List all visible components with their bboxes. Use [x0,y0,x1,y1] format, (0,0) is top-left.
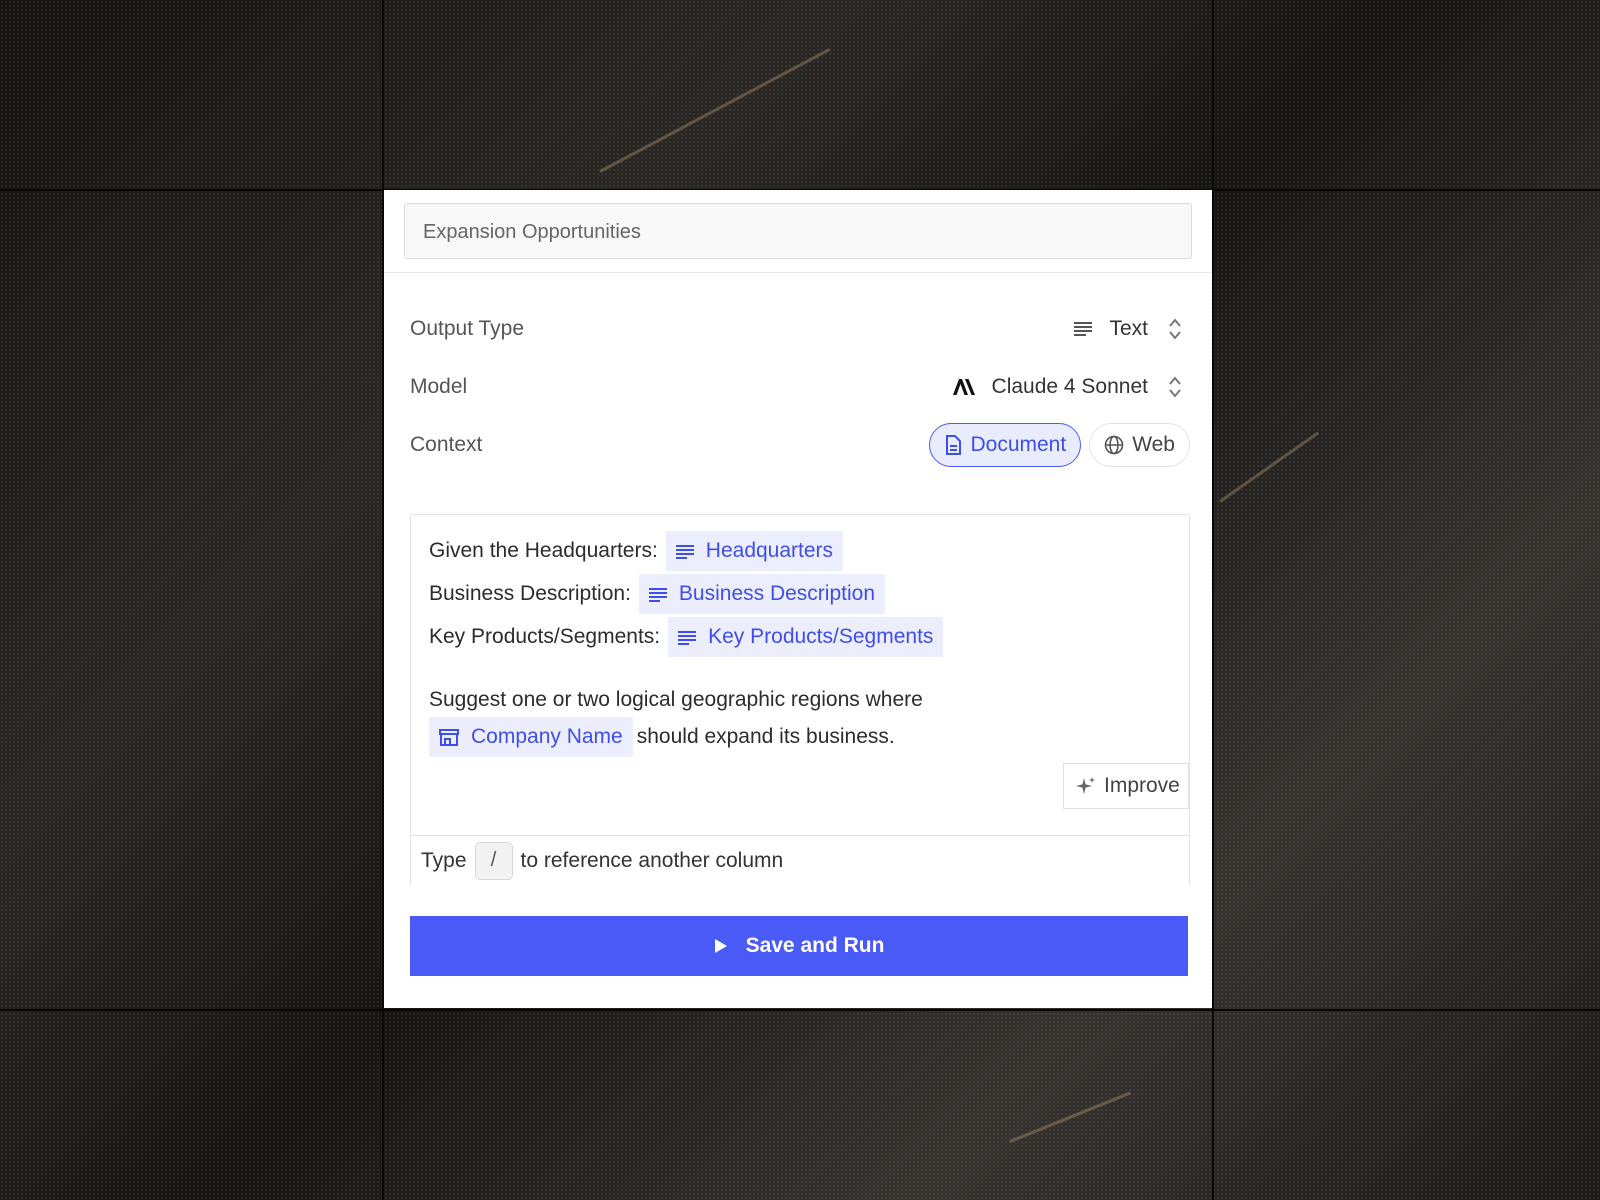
save-and-run-button[interactable]: Save and Run [410,916,1188,976]
column-reference-chip[interactable]: Business Description [638,574,886,614]
model-row: Model Claude 4 Sonnet [410,363,1190,411]
prompt-text: Suggest one or two logical geographic re… [429,688,923,711]
slash-key: / [474,841,513,880]
store-icon [439,728,459,746]
sparkle-icon [1076,776,1096,796]
output-type-row: Output Type Text [410,305,1190,353]
save-and-run-label: Save and Run [745,934,885,957]
context-label: Context [410,433,483,456]
lines-icon [678,630,697,645]
prompt-text: Given the Headquarters: [429,539,658,562]
prompt-line: Key Products/Segments: Key Products/Segm… [429,617,944,657]
context-web-toggle[interactable]: Web [1089,423,1190,467]
background-streak [599,48,831,173]
output-type-label: Output Type [410,317,525,340]
lines-icon [1073,321,1093,337]
document-icon [944,435,962,455]
prompt-text: Key Products/Segments: [429,625,661,648]
chip-label: Headquarters [705,539,834,562]
prompt-line: Company Name should expand its business. [429,717,895,757]
context-options: Document Web [921,421,1190,469]
background-grid-line [0,1009,1600,1011]
prompt-line: Business Description: Business Descripti… [429,574,886,614]
reference-hint: Type / to reference another column [411,835,1189,885]
column-reference-chip[interactable]: Headquarters [665,531,844,571]
lines-icon [675,544,694,559]
prompt-text: Business Description: [429,582,631,605]
prompt-text: should expand its business. [636,725,895,748]
context-row: Context Document Web [410,421,1190,469]
chevron-updown-icon [1168,317,1182,341]
background-streak [1009,1091,1132,1143]
title-section: Expansion Opportunities [384,190,1212,273]
chevron-updown-icon [1168,375,1182,399]
play-icon [714,938,728,954]
model-select[interactable]: Claude 4 Sonnet [952,363,1190,411]
chip-label: Company Name [471,725,623,748]
anthropic-logo-icon [952,378,976,396]
context-document-toggle[interactable]: Document [929,423,1082,467]
prompt-line: Given the Headquarters: Headquarters [429,531,844,571]
globe-icon [1104,435,1124,455]
chip-label: Business Description [678,582,876,605]
output-type-value: Text [1109,317,1148,340]
prompt-line: Suggest one or two logical geographic re… [429,687,923,713]
column-reference-chip[interactable]: Key Products/Segments [668,617,944,657]
hint-after: to reference another column [520,848,784,872]
column-title-input[interactable]: Expansion Opportunities [404,203,1192,259]
model-value: Claude 4 Sonnet [991,375,1148,398]
improve-label: Improve [1104,774,1180,797]
context-web-label: Web [1132,433,1175,456]
prompt-editor[interactable]: Given the Headquarters: Headquarters Bus… [410,514,1190,885]
column-reference-chip[interactable]: Company Name [429,717,633,757]
output-type-select[interactable]: Text [1073,305,1190,353]
background-streak [1219,431,1320,503]
lines-icon [648,587,667,602]
background-grid-line [1212,0,1214,1200]
hint-before: Type [421,848,467,872]
improve-button[interactable]: Improve [1063,763,1189,809]
chip-label: Key Products/Segments [708,625,934,648]
column-editor-panel: Expansion Opportunities Output Type Text… [384,190,1212,1008]
model-label: Model [410,375,468,398]
context-document-label: Document [970,433,1067,456]
